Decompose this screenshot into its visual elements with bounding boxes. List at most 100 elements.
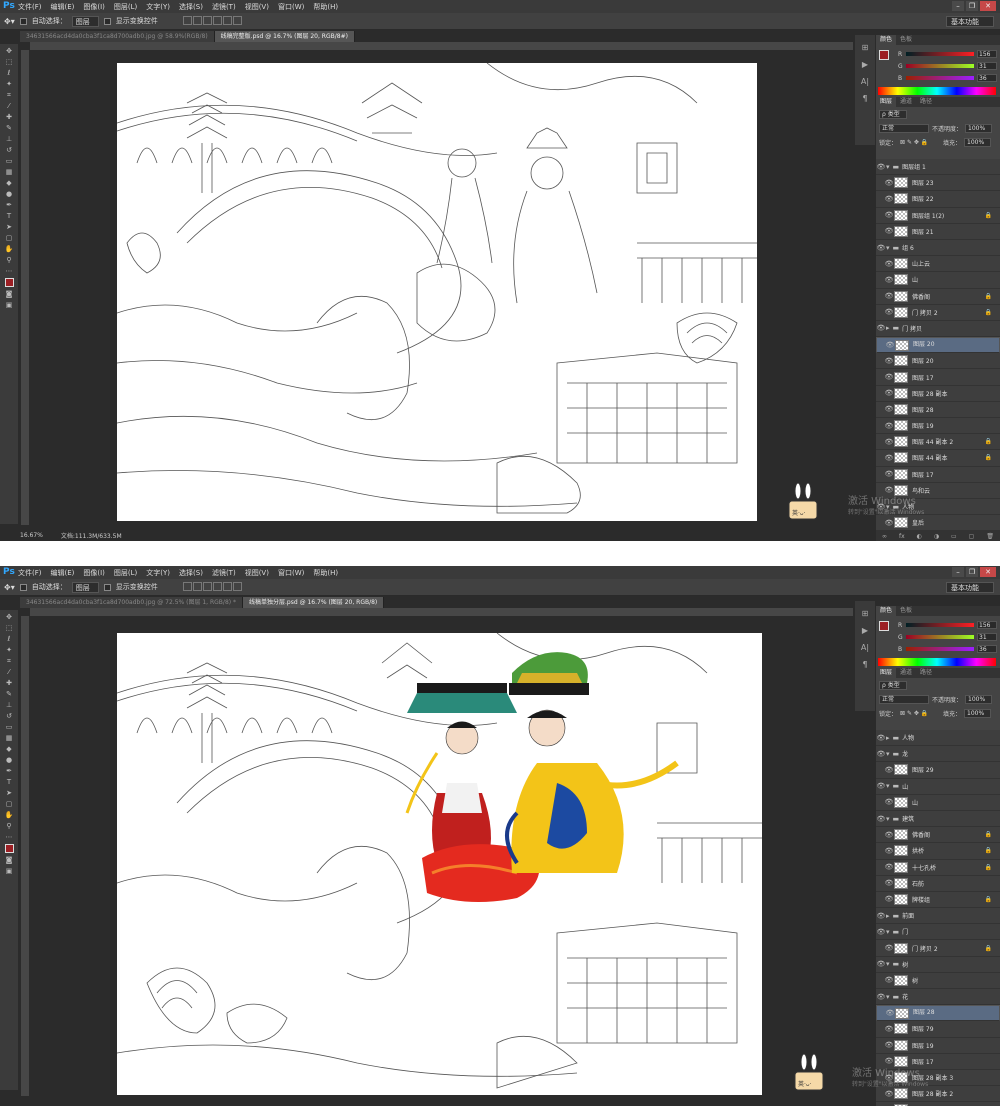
eye-icon[interactable]: 👁 (884, 470, 894, 478)
move-tool-icon[interactable]: ✥▾ (4, 17, 15, 26)
zoom-tool-icon[interactable]: ⚲ (3, 822, 15, 830)
chevron-right-icon[interactable]: ▸ (886, 912, 890, 920)
shape-tool-icon[interactable]: ▢ (3, 234, 15, 242)
chevron-right-icon[interactable]: ▸ (886, 324, 890, 332)
eye-icon[interactable]: 👁 (884, 863, 894, 871)
eye-icon[interactable]: 👁 (884, 519, 894, 527)
doc-tab-active[interactable]: 线稿单独分层.psd @ 16.7% (图层 20, RGB/8) (243, 597, 385, 608)
eye-icon[interactable]: 👁 (884, 1090, 894, 1098)
document-canvas[interactable] (116, 62, 757, 521)
eye-icon[interactable]: 👁 (876, 993, 886, 1001)
doc-tab[interactable]: 34631566acd4da0cba3f1ca8d700adb0.jpg @ 7… (20, 597, 244, 608)
fill-input[interactable]: 100% (964, 138, 992, 147)
align-bottom-icon[interactable] (202, 581, 212, 591)
layer-row[interactable]: 👁 牌楼组 🔒 (876, 891, 1000, 909)
chevron-down-icon[interactable]: ▾ (886, 993, 890, 1001)
blur-tool-icon[interactable]: ◆ (3, 179, 15, 187)
layer-row[interactable]: 👁 图层 28 副本 2 (876, 1086, 1000, 1103)
eye-icon[interactable]: 👁 (884, 879, 894, 887)
eye-icon[interactable]: 👁 (876, 912, 886, 920)
menu-type[interactable]: 文字(Y) (146, 2, 170, 12)
layer-row[interactable]: 👁 ▾ ▬ 组 6 (876, 239, 1000, 257)
align-middle-icon[interactable] (192, 581, 202, 591)
layer-row[interactable]: 👁 门 拷贝 2 🔒 (876, 940, 1000, 957)
actions-panel-icon[interactable]: ▶ (862, 626, 868, 635)
eye-icon[interactable]: 👁 (876, 928, 886, 936)
menu-window[interactable]: 窗口(W) (278, 2, 304, 12)
healing-brush-icon[interactable]: ✚ (3, 679, 15, 687)
layer-row[interactable]: 👁 图层 20 (876, 337, 1000, 354)
layer-row[interactable]: 👁 山上云 (876, 256, 1000, 273)
para-panel-icon[interactable]: ¶ (862, 94, 867, 103)
menu-edit[interactable]: 编辑(E) (51, 2, 75, 12)
eye-icon[interactable]: 👁 (884, 211, 894, 219)
menu-filter[interactable]: 滤镜(T) (212, 568, 236, 578)
menu-image[interactable]: 图像(I) (83, 2, 105, 12)
stamp-tool-icon[interactable]: ⊥ (3, 135, 15, 143)
foreground-color-swatch[interactable] (4, 278, 14, 287)
foreground-color-box[interactable] (879, 621, 889, 631)
g-value[interactable]: 31 (977, 62, 997, 70)
actions-panel-icon[interactable]: ▶ (862, 60, 868, 69)
eye-icon[interactable]: 👁 (876, 960, 886, 968)
doc-tab[interactable]: 34631566acd4da0cba3f1ca8d700adb0.jpg @ 5… (20, 31, 215, 42)
g-value[interactable]: 31 (977, 633, 997, 641)
quick-mask-icon[interactable]: ◙ (3, 856, 15, 864)
adjustment-icon[interactable]: ◑ (934, 533, 939, 540)
layer-row[interactable]: 👁 门 拷贝 2 🔒 (876, 304, 1000, 321)
foreground-color-box[interactable] (879, 50, 889, 60)
eye-icon[interactable]: 👁 (884, 276, 894, 284)
mask-icon[interactable]: ◐ (917, 533, 922, 540)
layer-row[interactable]: 👁 山 (876, 794, 1000, 811)
blur-tool-icon[interactable]: ◆ (3, 745, 15, 753)
eyedropper-icon[interactable]: ⁄ (3, 668, 15, 676)
lasso-tool-icon[interactable]: ℓ (3, 635, 15, 643)
layer-row[interactable]: 👁 石舫 (876, 875, 1000, 892)
chevron-right-icon[interactable]: ▸ (886, 734, 890, 742)
eye-icon[interactable]: 👁 (884, 895, 894, 903)
layer-row[interactable]: 👁图层 28 副本 (876, 1102, 1000, 1106)
crop-tool-icon[interactable]: ⌗ (3, 91, 15, 99)
eyedropper-icon[interactable]: ⁄ (3, 102, 15, 110)
tab-color[interactable]: 颜色 (876, 35, 897, 45)
menu-layer[interactable]: 图层(L) (114, 568, 137, 578)
tab-channels[interactable]: 通道 (896, 668, 916, 678)
eye-icon[interactable]: 👁 (884, 179, 894, 187)
crop-tool-icon[interactable]: ⌗ (3, 657, 15, 665)
layer-row[interactable]: 👁 ▾ ▬ 山 (876, 778, 1000, 795)
quick-mask-icon[interactable]: ◙ (3, 290, 15, 298)
color-spectrum[interactable] (878, 87, 996, 95)
menu-window[interactable]: 窗口(W) (278, 568, 304, 578)
trash-icon[interactable]: 🗑 (986, 533, 994, 540)
blend-mode-select[interactable]: 正常 (879, 695, 929, 704)
layer-row[interactable]: 👁 图层 44 副本 🔒 (876, 450, 1000, 467)
para-panel-icon[interactable]: ¶ (862, 660, 867, 669)
foreground-color-swatch[interactable] (4, 844, 14, 853)
history-panel-icon[interactable]: ⊞ (862, 609, 869, 618)
layer-row[interactable]: 👁 山 (876, 272, 1000, 289)
layer-row[interactable]: 👁 树 (876, 972, 1000, 989)
align-right-icon[interactable] (232, 15, 242, 25)
align-top-icon[interactable] (182, 15, 192, 25)
eye-icon[interactable]: 👁 (884, 976, 894, 984)
chevron-down-icon[interactable]: ▾ (886, 750, 890, 758)
auto-select-target[interactable]: 图层 (71, 581, 99, 593)
history-brush-icon[interactable]: ↺ (3, 712, 15, 720)
link-layers-icon[interactable]: ∞ (882, 533, 887, 540)
history-brush-icon[interactable]: ↺ (3, 146, 15, 154)
eye-icon[interactable]: 👁 (884, 847, 894, 855)
brush-tool-icon[interactable]: ✎ (3, 124, 15, 132)
tab-paths[interactable]: 路径 (916, 97, 936, 107)
healing-brush-icon[interactable]: ✚ (3, 113, 15, 121)
layer-row[interactable]: 👁 图层 17 (876, 369, 1000, 386)
auto-select-checkbox[interactable] (19, 17, 27, 25)
eye-icon[interactable]: 👁 (884, 373, 894, 381)
layer-row[interactable]: 👁 图层 44 副本 2 🔒 (876, 434, 1000, 451)
tab-paths[interactable]: 路径 (916, 668, 936, 678)
eye-icon[interactable]: 👁 (876, 750, 886, 758)
menu-layer[interactable]: 图层(L) (114, 2, 137, 12)
r-value[interactable]: 156 (977, 621, 997, 629)
pen-tool-icon[interactable]: ✒ (3, 201, 15, 209)
marquee-tool-icon[interactable]: ⬚ (3, 624, 15, 632)
layer-row[interactable]: 👁图层 28 副本 (876, 385, 1000, 402)
